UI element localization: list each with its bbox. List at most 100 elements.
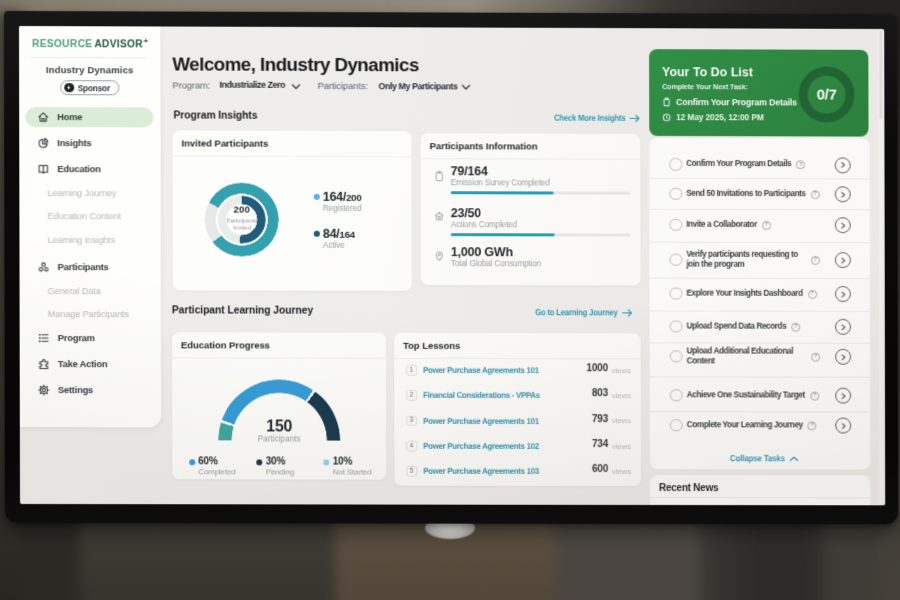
- task-row[interactable]: Verify participants requesting to join t…: [649, 248, 869, 272]
- task-row[interactable]: Complete Your Learning Journey ?: [650, 415, 870, 435]
- sidebar-item-label: Settings: [58, 385, 93, 395]
- todo-next-task: Confirm Your Program Details: [662, 97, 797, 107]
- lesson-link[interactable]: Power Purchase Agreements 101: [423, 365, 539, 375]
- chevron-right-button[interactable]: [835, 319, 851, 335]
- lesson-link[interactable]: Power Purchase Agreements 101: [423, 415, 539, 425]
- learning-journey-heading: Participant Learning Journey: [172, 305, 313, 316]
- legend-dot: [256, 459, 262, 465]
- task-checkbox[interactable]: [670, 287, 682, 299]
- gauge-label: Participants: [172, 434, 386, 443]
- help-icon[interactable]: ?: [791, 322, 800, 331]
- views-label: views: [612, 467, 631, 476]
- arrow-right-icon: [622, 308, 633, 317]
- chevron-down-icon[interactable]: [291, 84, 300, 90]
- task-checkbox[interactable]: [669, 219, 681, 232]
- sidebar-item-program[interactable]: Program: [26, 328, 154, 348]
- chevron-right-button[interactable]: [835, 186, 851, 202]
- chevron-right-button[interactable]: [835, 157, 851, 173]
- task-checkbox[interactable]: [670, 320, 682, 332]
- chevron-down-icon[interactable]: [461, 84, 470, 90]
- task-row[interactable]: Invite a Collaborator ?: [649, 215, 869, 236]
- help-icon[interactable]: ?: [811, 352, 820, 361]
- arrow-right-icon: [629, 113, 640, 122]
- sidebar-item-insights[interactable]: Insights: [25, 133, 153, 153]
- go-to-learning-journey-link[interactable]: Go to Learning Journey: [523, 307, 633, 317]
- task-row[interactable]: Explore Your Insights Dashboard ?: [650, 284, 870, 304]
- lesson-link[interactable]: Power Purchase Agreements 103: [423, 466, 539, 476]
- recent-news-card: Recent News: [650, 475, 870, 505]
- help-icon[interactable]: ?: [811, 190, 820, 199]
- sidebar-item-education[interactable]: Education: [25, 159, 153, 179]
- sidebar-item-take-action[interactable]: Take Action: [26, 354, 154, 374]
- collapse-tasks-link[interactable]: Collapse Tasks: [650, 453, 870, 463]
- sidebar-item-home[interactable]: Home: [25, 107, 153, 127]
- scrollbar[interactable]: [878, 31, 883, 503]
- task-checkbox[interactable]: [670, 350, 682, 362]
- task-row[interactable]: Upload Additional Educational Content ?: [650, 344, 870, 368]
- divider: [394, 358, 641, 360]
- task-checkbox[interactable]: [670, 389, 682, 401]
- chevron-right-button[interactable]: [835, 418, 851, 434]
- scrollbar-thumb[interactable]: [879, 31, 882, 119]
- lesson-row: 5 Power Purchase Agreements 103 600 view…: [394, 462, 641, 482]
- stat-value: 79/164: [451, 164, 488, 178]
- program-filter-value[interactable]: Industrialize Zero: [219, 80, 285, 90]
- task-row[interactable]: Achieve One Sustainability Target ?: [650, 385, 870, 405]
- actions-icon: [434, 210, 445, 222]
- chevron-right-button[interactable]: [835, 349, 851, 365]
- sidebar-item-education-content[interactable]: Education Content: [47, 209, 120, 223]
- clock-icon: [662, 113, 671, 122]
- sponsor-badge[interactable]: Sponsor: [60, 80, 119, 95]
- chevron-right-button[interactable]: [835, 217, 851, 233]
- sidebar-item-learning-journey[interactable]: Learning Journey: [47, 186, 116, 200]
- invited-donut-center: 200 ParticipantsInvited: [205, 182, 279, 256]
- help-icon[interactable]: ?: [808, 421, 817, 430]
- sidebar-item-manage-participants[interactable]: Manage Participants: [48, 307, 129, 321]
- brand-logo[interactable]: RESOURCEADVISOR+: [32, 36, 148, 50]
- chevron-right-button[interactable]: [835, 252, 851, 268]
- task-checkbox[interactable]: [669, 158, 681, 171]
- divider: [173, 155, 412, 157]
- chevron-right-button[interactable]: [835, 286, 851, 302]
- rank-badge: 3: [406, 415, 417, 426]
- help-icon[interactable]: ?: [762, 220, 771, 229]
- legend-dot: [323, 459, 329, 465]
- task-checkbox[interactable]: [670, 419, 682, 431]
- sidebar-item-participants[interactable]: Participants: [25, 257, 153, 277]
- settings-icon: [38, 384, 50, 396]
- clipboard-icon: [662, 97, 671, 107]
- task-row[interactable]: Confirm Your Program Details ?: [649, 154, 869, 175]
- education-icon: [37, 163, 49, 175]
- legend-label: Completed: [198, 467, 235, 476]
- task-row[interactable]: Send 50 Invitations to Participants ?: [649, 184, 869, 205]
- task-label: Send 50 Invitations to Participants: [686, 189, 805, 200]
- divider: [421, 158, 641, 160]
- task-checkbox[interactable]: [669, 188, 681, 201]
- sidebar-item-label: Participants: [58, 262, 109, 272]
- task-row[interactable]: Upload Spend Data Records ?: [650, 316, 870, 336]
- chevron-right-button[interactable]: [835, 388, 851, 404]
- views-count: 734: [568, 439, 608, 450]
- monitor-scene: RESOURCEADVISOR+ Industry Dynamics Spons…: [0, 0, 900, 600]
- help-icon[interactable]: ?: [810, 391, 819, 400]
- rank-badge: 2: [406, 390, 417, 401]
- help-icon[interactable]: ?: [811, 256, 820, 265]
- participants-filter-value[interactable]: Only My Participants: [379, 81, 458, 91]
- views-count: 803: [568, 388, 608, 399]
- help-icon[interactable]: ?: [808, 289, 817, 298]
- divider: [31, 57, 147, 58]
- lesson-row: 2 Financial Considerations - VPPAs 803 v…: [394, 386, 641, 406]
- check-more-insights-link[interactable]: Check More Insights: [543, 113, 640, 123]
- education-progress-card: Education Progress 150 Participants 60% …: [172, 332, 386, 479]
- legend-value: 10%: [333, 457, 352, 468]
- recent-news-title: Recent News: [659, 483, 718, 494]
- lesson-link[interactable]: Financial Considerations - VPPAs: [423, 390, 540, 400]
- sidebar-item-label: Home: [57, 112, 82, 122]
- sidebar-item-general-data[interactable]: General Data: [48, 284, 101, 298]
- task-checkbox[interactable]: [669, 253, 681, 265]
- sidebar-item-settings[interactable]: Settings: [26, 380, 154, 400]
- sidebar-item-learning-insights[interactable]: Learning Insights: [48, 233, 116, 247]
- lesson-link[interactable]: Power Purchase Agreements 102: [423, 441, 539, 451]
- divider: [649, 209, 869, 211]
- help-icon[interactable]: ?: [796, 160, 805, 169]
